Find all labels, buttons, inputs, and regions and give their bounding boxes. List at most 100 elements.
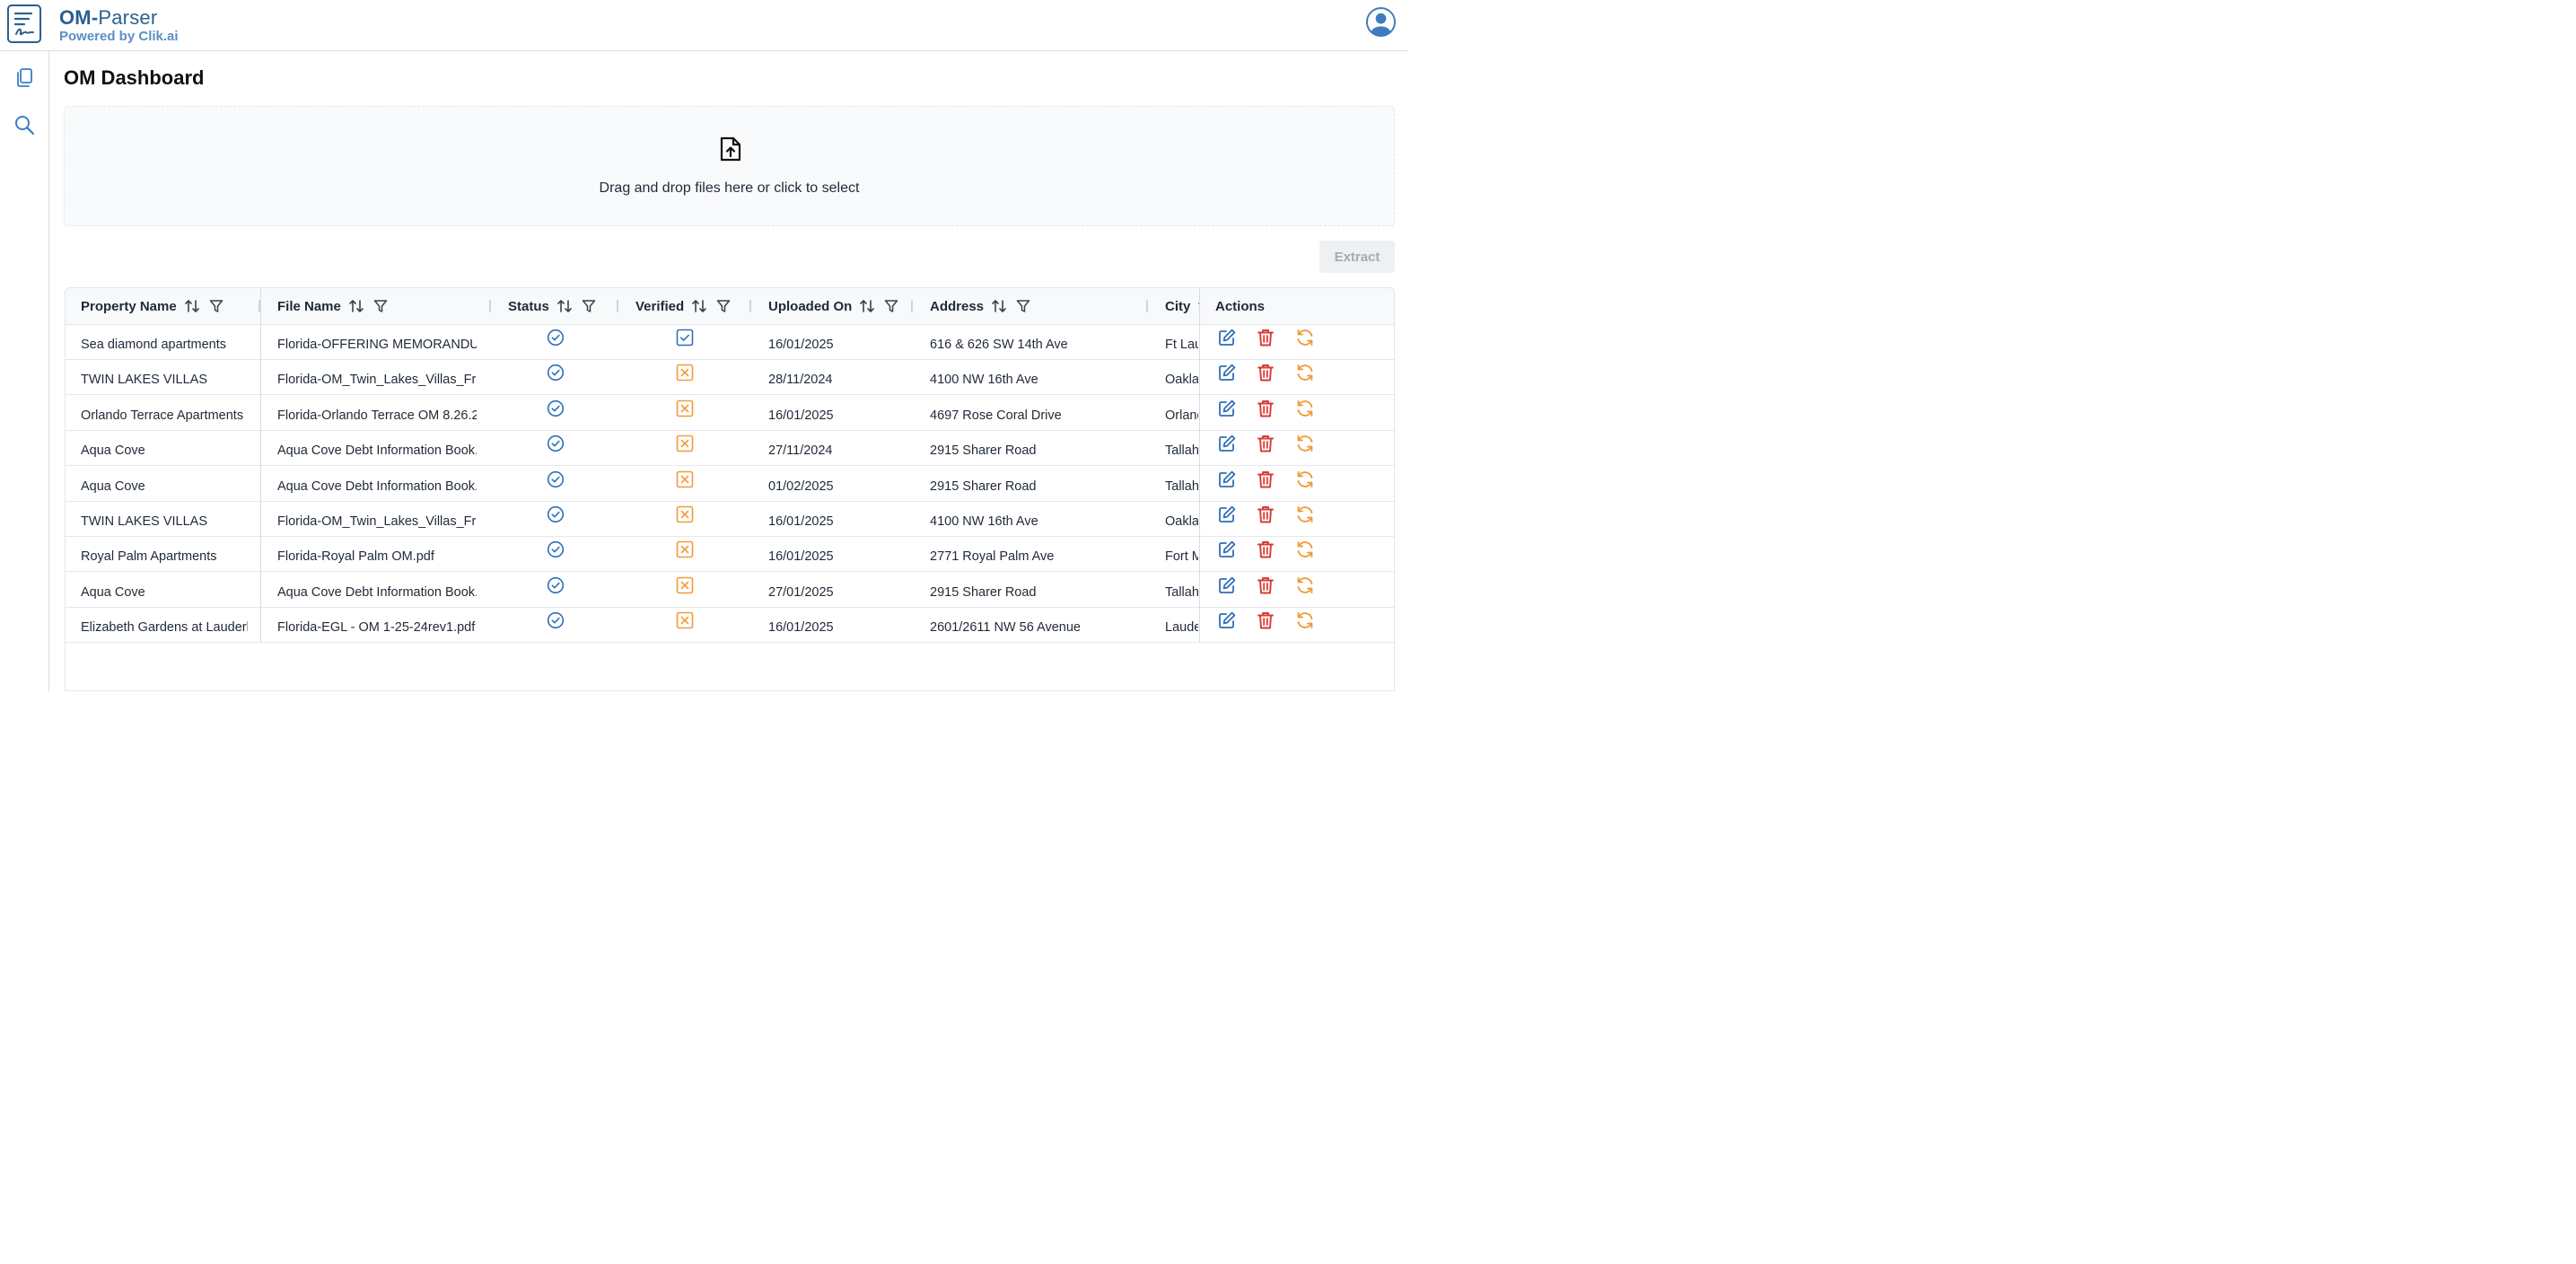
cell-city: Tallah <box>1165 584 1198 600</box>
column-resizer[interactable] <box>489 300 491 312</box>
filter-icon[interactable] <box>716 299 731 313</box>
column-header-status[interactable]: Status <box>508 288 596 324</box>
cell-address: 2601/2611 NW 56 Avenue <box>930 620 1081 636</box>
column-header-file-name[interactable]: File Name <box>277 288 388 324</box>
reprocess-icon[interactable] <box>1295 470 1315 489</box>
delete-icon[interactable] <box>1256 328 1275 347</box>
cell-uploaded-on: 16/01/2025 <box>768 338 834 352</box>
cell-address: 2771 Royal Palm Ave <box>930 549 1055 565</box>
column-label: Address <box>930 298 985 314</box>
app-header: OM-Parser Powered by Clik.ai <box>0 0 1407 51</box>
edit-icon[interactable] <box>1217 575 1237 595</box>
filter-icon[interactable] <box>582 299 596 313</box>
edit-icon[interactable] <box>1217 434 1237 453</box>
column-resizer[interactable] <box>749 300 751 312</box>
frozen-column-divider <box>260 288 261 643</box>
reprocess-icon[interactable] <box>1295 505 1315 524</box>
sort-icon[interactable] <box>184 298 200 314</box>
reprocess-icon[interactable] <box>1295 575 1315 595</box>
cell-uploaded-on: 28/11/2024 <box>768 373 833 388</box>
reprocess-icon[interactable] <box>1295 363 1315 382</box>
column-label: Uploaded On <box>768 298 853 314</box>
cell-file-name: Aqua Cove Debt Information Book. <box>277 443 477 459</box>
column-header-uploaded-on[interactable]: Uploaded On <box>768 288 898 324</box>
cell-property-name: Aqua Cove <box>81 443 145 459</box>
delete-icon[interactable] <box>1256 470 1275 489</box>
cell-property-name: Orlando Terrace Apartments <box>81 408 244 423</box>
edit-icon[interactable] <box>1217 610 1237 630</box>
delete-icon[interactable] <box>1256 540 1275 559</box>
status-complete-icon <box>547 329 565 347</box>
table-row[interactable]: Aqua Cove Aqua Cove Debt Information Book… <box>66 467 1394 502</box>
unverified-x-icon <box>676 576 694 594</box>
cell-city: Ft Lau <box>1165 338 1198 352</box>
unverified-x-icon <box>676 611 694 629</box>
cell-address: 4100 NW 16th Ave <box>930 373 1038 388</box>
unverified-x-icon <box>676 541 694 558</box>
edit-icon[interactable] <box>1217 328 1237 347</box>
table-row[interactable]: Orlando Terrace Apartments Florida-Orland… <box>66 396 1394 431</box>
edit-icon[interactable] <box>1217 363 1237 382</box>
status-complete-icon <box>547 505 565 523</box>
cell-address: 2915 Sharer Road <box>930 443 1037 459</box>
cell-uploaded-on: 16/01/2025 <box>768 408 834 423</box>
edit-icon[interactable] <box>1217 399 1237 418</box>
cell-address: 616 & 626 SW 14th Ave <box>930 338 1068 352</box>
edit-icon[interactable] <box>1217 505 1237 524</box>
delete-icon[interactable] <box>1256 399 1275 418</box>
column-resizer[interactable] <box>1146 300 1148 312</box>
reprocess-icon[interactable] <box>1295 399 1315 418</box>
reprocess-icon[interactable] <box>1295 540 1315 559</box>
sort-icon[interactable] <box>859 298 875 314</box>
column-label: City <box>1165 298 1191 314</box>
table-row[interactable]: Aqua Cove Aqua Cove Debt Information Book… <box>66 573 1394 608</box>
table-row[interactable]: TWIN LAKES VILLAS Florida-OM_Twin_Lakes_V… <box>66 360 1394 396</box>
delete-icon[interactable] <box>1256 610 1275 630</box>
sort-icon[interactable] <box>991 298 1007 314</box>
filter-icon[interactable] <box>884 299 898 313</box>
cell-property-name: Aqua Cove <box>81 584 145 600</box>
unverified-x-icon <box>676 505 694 523</box>
sort-icon[interactable] <box>691 298 707 314</box>
column-header-address[interactable]: Address <box>930 288 1030 324</box>
cell-property-name: Royal Palm Apartments <box>81 549 217 565</box>
sort-icon[interactable] <box>348 298 364 314</box>
table-row[interactable]: Elizabeth Gardens at Lauderl Florida-EGL … <box>66 608 1394 644</box>
file-dropzone[interactable]: Drag and drop files here or click to sel… <box>64 106 1395 226</box>
app-logo <box>7 4 41 43</box>
column-header-property-name[interactable]: Property Name <box>81 288 223 324</box>
reprocess-icon[interactable] <box>1295 434 1315 453</box>
delete-icon[interactable] <box>1256 434 1275 453</box>
cell-uploaded-on: 16/01/2025 <box>768 620 834 636</box>
filter-icon[interactable] <box>373 299 388 313</box>
cell-city: Orland <box>1165 408 1198 423</box>
cell-file-name: Florida-OM_Twin_Lakes_Villas_Fra <box>277 373 477 388</box>
column-resizer[interactable] <box>911 300 913 312</box>
reprocess-icon[interactable] <box>1295 610 1315 630</box>
cell-uploaded-on: 27/01/2025 <box>768 584 834 600</box>
delete-icon[interactable] <box>1256 505 1275 524</box>
delete-icon[interactable] <box>1256 575 1275 595</box>
search-icon[interactable] <box>13 114 35 136</box>
filter-icon[interactable] <box>209 299 223 313</box>
edit-icon[interactable] <box>1217 470 1237 489</box>
sidebar <box>0 51 49 691</box>
sort-icon[interactable] <box>556 298 573 314</box>
documents-icon[interactable] <box>13 67 35 89</box>
column-header-city[interactable]: City <box>1165 288 1199 324</box>
table-row[interactable]: Sea diamond apartments Florida-OFFERING M… <box>66 325 1394 360</box>
column-resizer[interactable] <box>617 300 618 312</box>
edit-icon[interactable] <box>1217 540 1237 559</box>
reprocess-icon[interactable] <box>1295 328 1315 347</box>
user-avatar-icon[interactable] <box>1366 7 1396 37</box>
unverified-x-icon <box>676 470 694 487</box>
delete-icon[interactable] <box>1256 363 1275 382</box>
column-header-verified[interactable]: Verified <box>635 288 731 324</box>
filter-icon[interactable] <box>1016 299 1030 313</box>
table-row[interactable]: Aqua Cove Aqua Cove Debt Information Book… <box>66 431 1394 467</box>
document-sign-icon <box>13 12 34 36</box>
unverified-x-icon <box>676 399 694 417</box>
extract-button[interactable]: Extract <box>1319 241 1395 273</box>
table-row[interactable]: TWIN LAKES VILLAS Florida-OM_Twin_Lakes_V… <box>66 502 1394 537</box>
table-row[interactable]: Royal Palm Apartments Florida-Royal Palm … <box>66 537 1394 573</box>
